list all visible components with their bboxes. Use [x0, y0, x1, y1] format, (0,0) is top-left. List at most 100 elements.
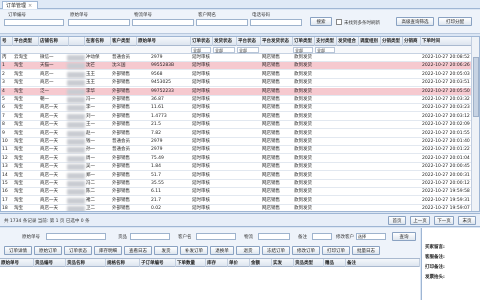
- action-button[interactable]: 发货: [154, 246, 178, 255]
- table-row[interactable]: 丙 云淘宝 微信一 冲动保 普通会员 2979 延时审核 网店销售 款到发货 2022-10-27…: [1, 54, 471, 62]
- action-button[interactable]: 原始订单: [34, 246, 62, 255]
- col-header[interactable]: 店铺名称: [39, 37, 69, 46]
- table-row[interactable]: 1 淘宝 天猫一 沈芒 沈义国 9955283B 延时审核 网店销售 款到发货 2022-10-2…: [1, 62, 471, 71]
- col-header[interactable]: 下单时间: [421, 37, 473, 46]
- table-cell: 淘宝: [14, 122, 23, 128]
- redacted-cell: [67, 206, 85, 211]
- goods-field[interactable]: [130, 233, 170, 240]
- table-row[interactable]: 15 淘宝 商店一天 冯二 外部销售 35.55 延时审核 网店销售 款到发货 2022-10-2…: [1, 180, 471, 188]
- action-button[interactable]: 打印订单: [322, 246, 350, 255]
- status-filter[interactable]: 全部: [191, 47, 211, 53]
- col-header[interactable]: 发货组合: [337, 37, 359, 46]
- last-page-button[interactable]: 末页: [458, 216, 476, 225]
- query-button[interactable]: 查询: [392, 232, 416, 241]
- customer-input[interactable]: [196, 19, 248, 26]
- table-cell: 延时审核: [192, 55, 210, 60]
- table-row[interactable]: 7 淘宝 商店一天 刘一 外部销售 1.4773 延时审核 网店销售 款到发货 2022-10-2…: [1, 113, 471, 121]
- pay-filter[interactable]: 全部: [315, 47, 335, 53]
- print-button[interactable]: 打印分配: [438, 17, 472, 26]
- table-row[interactable]: 18 淘宝 商店一天 卫二 外部销售 0.02 延时审核 网店销售 款到发货 2022-10-27…: [1, 205, 471, 211]
- table-row[interactable]: 11 淘宝 商店一天 孙一 普通会员 2979 延时审核 网店销售 款到发货 2022-10-27…: [1, 146, 471, 155]
- col-header[interactable]: 平台类型: [13, 37, 39, 46]
- col-header[interactable]: 客户类型: [111, 37, 137, 46]
- logistics-field[interactable]: [258, 233, 290, 240]
- table-row[interactable]: 3 淘宝 商店一 玉王 外部销售 9453025 延时审核 网店销售 款到发货 2022-10-2…: [1, 79, 471, 88]
- table-row[interactable]: 9 淘宝 商店一天 赵一 外部销售 7.82 延时审核 网店销售 款到发货 2022-10-27 …: [1, 130, 471, 138]
- table-row[interactable]: 17 淘宝 商店一天 褚二 外部销售 21.7 延时审核 网店销售 款到发货 2022-10-27…: [1, 197, 471, 205]
- col-header[interactable]: 平台发货状态: [261, 37, 293, 46]
- table-row[interactable]: 13 淘宝 商店一天 吴一 外部销售 1.84 延时审核 网店销售 款到发货 2022-10-27…: [1, 163, 471, 172]
- table-cell: 外部销售: [112, 164, 130, 170]
- col-header[interactable]: 订单状态: [191, 37, 213, 46]
- logistics-no-input[interactable]: [132, 19, 194, 26]
- action-button[interactable]: 退换单: [210, 246, 234, 255]
- platform-filter[interactable]: 全部: [237, 47, 259, 53]
- original-no-field[interactable]: [46, 233, 106, 240]
- pager: 共 1734 条记录 当前: 第 1 页 已选中 0 条 首页 上一页 下一页 …: [0, 213, 480, 227]
- col-header[interactable]: 平台状态: [237, 37, 261, 46]
- action-button[interactable]: 退货: [236, 246, 260, 255]
- prev-page-button[interactable]: 上一页: [410, 216, 430, 225]
- table-row[interactable]: 5 淘宝 朝一 冯一 外部销售 36.87 延时审核 网店销售 款到发货 2022-10-27 2…: [1, 96, 471, 104]
- table-cell: 丙: [2, 55, 7, 60]
- search-button[interactable]: 搜索: [310, 17, 332, 26]
- action-button[interactable]: 订单状态: [64, 246, 92, 255]
- col-header[interactable]: 原始单号: [137, 37, 191, 46]
- table-cell: 延时审核: [192, 155, 210, 161]
- action-button[interactable]: 订单详情: [4, 246, 32, 255]
- col-header[interactable]: 发货状态: [213, 37, 237, 46]
- table-cell: 1.4773: [151, 113, 167, 119]
- action-button[interactable]: 批量日志: [352, 246, 380, 255]
- table-row[interactable]: 6 淘宝 商店一天 李一 外部销售 11.61 延时审核 网店销售 款到发货 2022-10-27…: [1, 104, 471, 113]
- advanced-filter-button[interactable]: 高级查询筛选: [396, 17, 434, 26]
- close-icon[interactable]: ×: [28, 3, 32, 9]
- table-cell: 普通会员: [112, 147, 130, 153]
- table-cell: [214, 163, 236, 171]
- action-button[interactable]: 补发订单: [180, 246, 208, 255]
- ship-filter[interactable]: 全部: [213, 47, 235, 53]
- col-header[interactable]: 调度组别: [359, 37, 381, 46]
- table-cell: 2022-10-27 20:01:22: [422, 147, 470, 153]
- table-cell: 外部销售: [112, 155, 130, 161]
- order-no-input[interactable]: [4, 19, 64, 26]
- table-row[interactable]: 10 淘宝 商店一天 钱一 普通会员 2979 延时审核 网店销售 款到发货 2022-10-27…: [1, 138, 471, 146]
- table-cell: 75.49: [151, 155, 164, 161]
- remark-field[interactable]: [312, 233, 332, 240]
- table-row[interactable]: 12 淘宝 商店一天 周一 外部销售 75.49 延时审核 网店销售 款到发货 2022-10-2…: [1, 155, 471, 163]
- col-header[interactable]: 分销商: [403, 37, 421, 46]
- action-button[interactable]: 库存明细: [94, 246, 122, 255]
- table-cell: 款到发货: [294, 164, 312, 170]
- redacted-cell: [67, 181, 85, 187]
- action-button[interactable]: 冻结订单: [262, 246, 290, 255]
- action-button[interactable]: 修改订单: [292, 246, 320, 255]
- table-row[interactable]: 8 淘宝 商店一天 王一 外部销售 21.5 延时审核 网店销售 款到发货 2022-10-27 …: [1, 121, 471, 130]
- tab-order-management[interactable]: 订单管理 ×: [2, 1, 38, 9]
- col-header[interactable]: [69, 37, 85, 46]
- refresh-checkbox[interactable]: [336, 19, 342, 25]
- table-row[interactable]: 4 淘宝 泛一 李华 外部销售 99752233 延时审核 网店销售 款到发货 2022-10-2…: [1, 87, 471, 96]
- col-header[interactable]: 订单类型: [293, 37, 315, 46]
- category-select[interactable]: 选择: [356, 233, 386, 240]
- col-header[interactable]: 支付类型: [315, 37, 337, 46]
- first-page-button[interactable]: 首页: [388, 216, 406, 225]
- col-header[interactable]: 分销类型: [381, 37, 403, 46]
- vertical-scrollbar[interactable]: [471, 37, 479, 211]
- table-row[interactable]: 14 淘宝 商店一天 郑一 外部销售 51.7 延时审核 网店销售 款到发货 2022-10-27…: [1, 172, 471, 180]
- table-cell: 10: [2, 139, 8, 144]
- table-cell: 外部销售: [112, 105, 130, 111]
- tab-label: 订单管理: [6, 3, 27, 9]
- next-page-button[interactable]: 下一页: [434, 216, 454, 225]
- table-cell: 淘宝: [14, 181, 23, 186]
- scrollbar-thumb[interactable]: [473, 57, 479, 117]
- redacted-cell: [67, 189, 85, 196]
- customer-field[interactable]: [196, 233, 236, 240]
- phone-input[interactable]: [250, 19, 302, 26]
- type-filter[interactable]: 全部: [293, 47, 313, 53]
- col-header[interactable]: 在客名称: [85, 37, 111, 46]
- table-row[interactable]: 16 淘宝 商店一天 陈二 外部销售 6.11 延时审核 网店销售 款到发货 2022-10-27…: [1, 188, 471, 197]
- col-header[interactable]: 号: [1, 37, 13, 46]
- table-row[interactable]: 2 淘宝 商店一 玉王 外部销售 9568 延时审核 网店销售 款到发货 2022-10-27 2…: [1, 71, 471, 79]
- action-button[interactable]: 查看日志: [124, 246, 152, 255]
- table-cell: 沈义国: [112, 63, 126, 69]
- original-no-input[interactable]: [68, 19, 130, 26]
